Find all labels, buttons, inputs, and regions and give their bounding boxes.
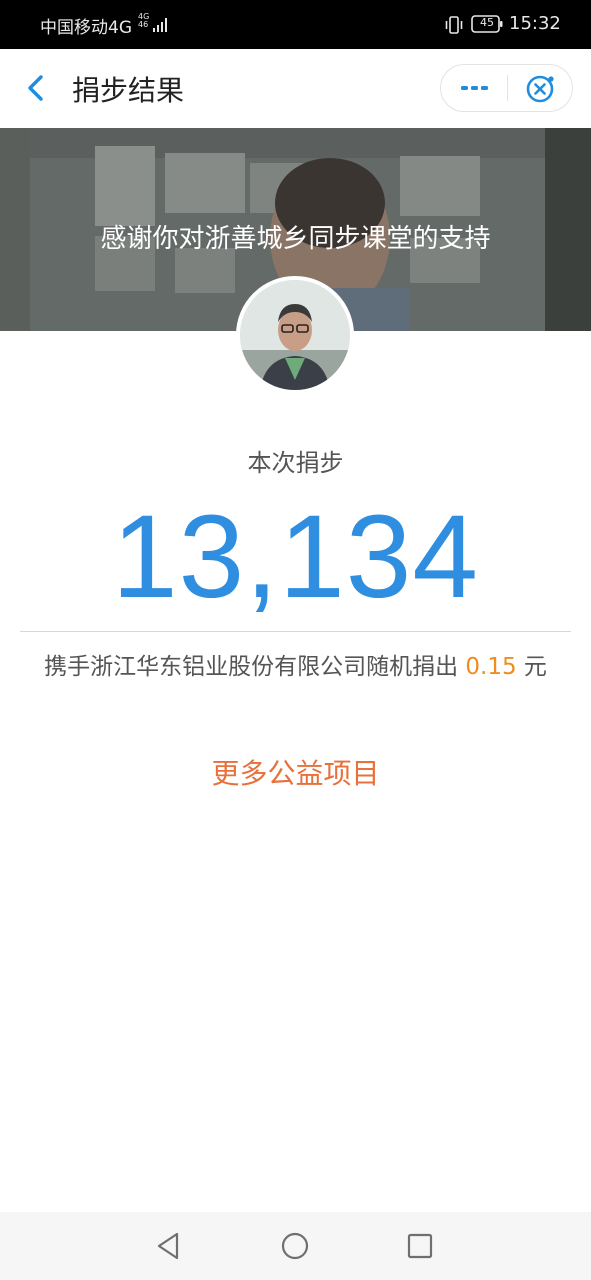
more-icon <box>461 86 488 90</box>
step-label: 本次捐步 <box>247 449 344 477</box>
banner-message: 感谢你对浙善城乡同步课堂的支持 <box>100 224 491 254</box>
status-bar: 中国移动4G 4G 46 45 15:32 <box>0 0 591 49</box>
donation-info: 携手浙江华东铝业股份有限公司随机捐出 0.15 元 <box>0 647 591 681</box>
vibrate-icon <box>445 16 463 34</box>
close-icon <box>526 75 554 103</box>
divider <box>20 631 571 632</box>
network-tag-bottom: 46 <box>138 20 149 29</box>
system-navigation-bar <box>0 1212 591 1280</box>
back-icon[interactable] <box>22 73 52 103</box>
close-button[interactable] <box>508 65 572 111</box>
more-projects-link[interactable]: 更多公益项目 <box>0 752 591 792</box>
step-count: 13,134 <box>112 491 479 623</box>
donation-suffix: 元 <box>523 654 547 680</box>
mini-app-capsule <box>440 64 573 112</box>
network-tag: 4G 46 <box>138 13 149 29</box>
back-triangle-icon[interactable] <box>153 1230 185 1262</box>
signal-icon <box>153 18 167 32</box>
battery-level: 45 <box>480 16 494 29</box>
avatar <box>236 276 354 394</box>
donation-amount: 0.15 <box>465 654 517 680</box>
carrier-label: 中国移动4G <box>40 18 132 38</box>
recents-square-icon[interactable] <box>404 1230 436 1262</box>
page-title: 捐步结果 <box>72 74 185 107</box>
donation-prefix: 携手浙江华东铝业股份有限公司随机捐出 <box>44 654 459 680</box>
home-circle-icon[interactable] <box>279 1230 311 1262</box>
navigation-bar: 捐步结果 <box>0 49 591 128</box>
avatar-photo <box>240 280 350 390</box>
more-button[interactable] <box>441 65 507 111</box>
status-time: 15:32 <box>509 13 561 34</box>
